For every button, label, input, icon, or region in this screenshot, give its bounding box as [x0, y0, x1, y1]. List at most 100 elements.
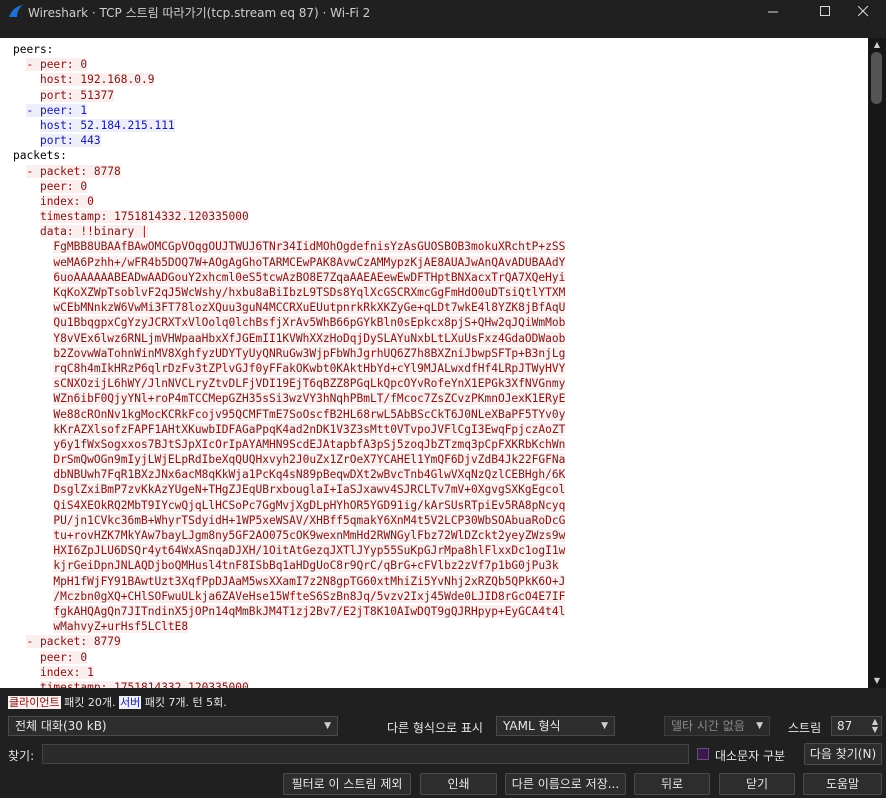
stream-line: kKrAZXlsofzFAPF1AHtXKuwbIDFAGaPpqK4ad2nD… [13, 422, 566, 437]
stream-line-text: DrSmQwOGn9mIyjLWjELpRdIbeXqQUQHxvyh2J0uZ… [53, 453, 566, 467]
vertical-scrollbar[interactable]: ▲ ▼ [868, 38, 886, 688]
stream-line-text: sCNXOzijL6hWY/JlnNVCLryZtvDLFjVDI19EjT6q… [53, 377, 566, 391]
close-button[interactable]: 닫기 [719, 773, 795, 795]
server-label: 서버 [118, 696, 142, 709]
client-label: 클라이언트 [8, 696, 61, 709]
save-as-button[interactable]: 다른 이름으로 저장... [505, 773, 626, 795]
stream-line-text: MpH1fWjFY91BAwtUzt3XqfPpDJAaM5wsXXamI7z2… [53, 574, 566, 588]
stream-line-text: tu+rovHZK7MkYAw7bayLJgm8ny5GF2AO075cOK9w… [53, 529, 566, 542]
stream-line: - peer: 0 [13, 57, 565, 72]
stream-line-text: data: !!binary | [39, 225, 148, 239]
stream-line: host: 192.168.0.9 [13, 72, 565, 87]
stream-summary: 클라이언트 패킷 20개. 서버 패킷 7개. 턴 5회. [8, 694, 227, 710]
chevron-down-icon: ▼ [756, 721, 763, 731]
stream-line: Y8vVEx6lwz6RNLjmVHWpaaHbxXfJGEmII1KVWhXX… [13, 331, 566, 346]
client-packet-count: 패킷 20개. [60, 696, 119, 709]
stream-line: peer: 0 [13, 179, 565, 194]
stream-line-text: - packet: 8779 [26, 635, 121, 649]
spin-down-icon[interactable]: ▼ [872, 726, 878, 734]
stream-line-text: - peer: 0 [26, 58, 88, 72]
stream-line: port: 443 [13, 133, 565, 148]
stream-line-text: wCEbMNnkzW6VwMi3FT78lozXQuu3guN4MCCRXuEU… [53, 301, 566, 315]
stream-line: wMahvyZ+urHsf5LCltE8 [13, 619, 565, 634]
maximize-icon [819, 5, 831, 17]
stream-line: /Mczbn0gXQ+CHlSOFwuULkja6ZAVeHse15WfteS6… [13, 589, 566, 604]
scroll-thumb[interactable] [871, 52, 882, 104]
stream-line-text: WZn6ibF0QjyYNl+roP4mTCCMepGZH35sSi3wzVY3… [53, 392, 566, 406]
stream-line: PU/jn1CVkc36mB+WhyrTSdyidH+1WP5xeWSAV/XH… [13, 513, 566, 528]
stream-line-text: index: 0 [39, 194, 94, 208]
stream-line: QiS4XEOkRQ2MbT9IYcwQjqLlHCSoPc7GgMvjXgDL… [13, 498, 566, 513]
find-input[interactable] [42, 744, 689, 764]
stream-line: b2ZovwWaTohnWinMV8XghfyzUDYTyUyQNRuGw3Wj… [13, 346, 566, 361]
format-select[interactable]: YAML 형식 ▼ [496, 716, 615, 736]
stream-line: DrSmQwOGn9mIyjLWjELpRdIbeXqQUQHxvyh2J0uZ… [13, 452, 566, 467]
stream-line: host: 52.184.215.111 [13, 118, 565, 133]
stream-line-text: port: 51377 [39, 88, 115, 102]
stream-line: packets: [13, 148, 565, 163]
window-title: Wireshark · TCP 스트림 따라가기(tcp.stream eq 8… [28, 6, 371, 20]
stream-line: - packet: 8779 [13, 634, 565, 649]
wireshark-fin-icon [8, 4, 24, 18]
stream-line: - peer: 1 [13, 103, 565, 118]
chevron-down-icon: ▼ [601, 721, 608, 731]
delta-time-select[interactable]: 델타 시간 없음 ▼ [664, 716, 770, 736]
stream-line-text: timestamp: 1751814332.120335000 [39, 680, 249, 688]
stream-line: weMA6Pzhh+/wFR4b5DOQ7W+AOgAgGhoTARMCEwPA… [13, 255, 566, 270]
filter-out-stream-button[interactable]: 필터로 이 스트림 제외 [283, 773, 411, 795]
stream-line-text: kKrAZXlsofzFAPF1AHtXKuwbIDFAGaPpqK4ad2nD… [53, 422, 566, 436]
stream-line-text: DsglZxiBmP7zvKkAzYUgeN+THgZJEqUBrxbougla… [53, 483, 566, 497]
stream-label: 스트림 [788, 721, 822, 735]
help-button[interactable]: 도움말 [803, 773, 882, 795]
stream-line: timestamp: 1751814332.120335000 [13, 209, 565, 224]
back-button[interactable]: 뒤로 [634, 773, 710, 795]
format-select-value: YAML 형식 [503, 719, 561, 733]
stream-number-value: 87 [837, 719, 853, 733]
stream-line: port: 51377 [13, 88, 565, 103]
stream-line-text: kjrGeiDpnJNLAQDjboQMHusl4tnF8ISbBq1aHDgU… [53, 559, 559, 573]
stream-line: - packet: 8778 [13, 164, 565, 179]
chevron-down-icon: ▼ [324, 721, 331, 731]
case-sensitive-checkbox[interactable] [697, 748, 709, 760]
minimize-button[interactable] [750, 0, 796, 22]
close-window-button[interactable] [840, 0, 886, 22]
case-sensitive-label: 대소문자 구분 [715, 749, 786, 763]
scroll-down-icon[interactable]: ▼ [872, 676, 882, 686]
server-packet-count: 패킷 7개. 턴 5회. [141, 696, 227, 709]
stream-line: timestamp: 1751814332.120335000 [13, 680, 565, 688]
stream-line-text: port: 443 [39, 134, 101, 148]
stream-line-text: host: 192.168.0.9 [39, 73, 155, 87]
stream-line-text: dbNBUwh7FqR1BXzJNx6acM8qKkWja1PcKq4sN89p… [53, 468, 566, 482]
stream-line-text: /Mczbn0gXQ+CHlSOFwuULkja6ZAVeHse15WfteS6… [53, 589, 566, 603]
stream-line-text: - packet: 8778 [26, 164, 121, 178]
minimize-icon [767, 6, 779, 17]
stream-line-text: weMA6Pzhh+/wFR4b5DOQ7W+AOgAgGhoTARMCEwPA… [53, 255, 566, 269]
stream-line-text: Qu1BbqgpxCgYzyJCRXTxVlOolq0lchBsfjXrAv5W… [53, 316, 566, 330]
stream-line-text: QiS4XEOkRQ2MbT9IYcwQjqLlHCSoPc7GgMvjXgDL… [53, 498, 566, 512]
stream-line: KqKoXZWpTsoblvF2qJ5WcWshy/hxbu8aBiIbzL9T… [13, 285, 566, 300]
stream-text: peers: - peer: 0 host: 192.168.0.9 port:… [13, 42, 566, 688]
stream-line-text: KqKoXZWpTsoblvF2qJ5WcWshy/hxbu8aBiIbzL9T… [53, 286, 566, 299]
stream-line: kjrGeiDpnJNLAQDjboQMHusl4tnF8ISbBq1aHDgU… [13, 558, 565, 573]
stream-line: DsglZxiBmP7zvKkAzYUgeN+THgZJEqUBrxbougla… [13, 482, 566, 497]
stream-line-text: fgkAHQAgQn7JITndinX5jOPn14qMmBkJM4T1zj2B… [53, 604, 566, 618]
delta-time-select-value: 델타 시간 없음 [671, 719, 745, 733]
stream-line: fgkAHQAgQn7JITndinX5jOPn14qMmBkJM4T1zj2B… [13, 604, 566, 619]
stream-line: index: 0 [13, 194, 565, 209]
stream-line-text: timestamp: 1751814332.120335000 [39, 210, 249, 224]
stream-line: MpH1fWjFY91BAwtUzt3XqfPpDJAaM5wsXXamI7z2… [13, 574, 566, 589]
stream-line-text: HXI6ZpJLU6DSQr4yt64WxASnqaDJXH/1OitAtGez… [53, 544, 566, 558]
close-icon [857, 5, 869, 17]
stream-line: peers: [13, 42, 565, 57]
stream-line: peer: 0 [13, 650, 565, 665]
stream-content-pane[interactable]: peers: - peer: 0 host: 192.168.0.9 port:… [0, 38, 868, 688]
print-button[interactable]: 인쇄 [420, 773, 497, 795]
scroll-up-icon[interactable]: ▲ [872, 40, 882, 50]
conversation-select[interactable]: 전체 대화(30 kB) ▼ [8, 716, 338, 736]
stream-number-spinbox[interactable]: 87 ▲ ▼ [831, 716, 882, 736]
stream-line: WZn6ibF0QjyYNl+roP4mTCCMepGZH35sSi3wzVY3… [13, 391, 566, 406]
stream-line-text: peers: [13, 43, 54, 56]
stream-line-text: We88cROnNv1kgMocKCRkFcojv95QCMFTmE7SoOsc… [53, 407, 566, 421]
stream-line-text: packets: [13, 149, 67, 163]
find-next-button[interactable]: 다음 찾기(N) [804, 743, 882, 765]
